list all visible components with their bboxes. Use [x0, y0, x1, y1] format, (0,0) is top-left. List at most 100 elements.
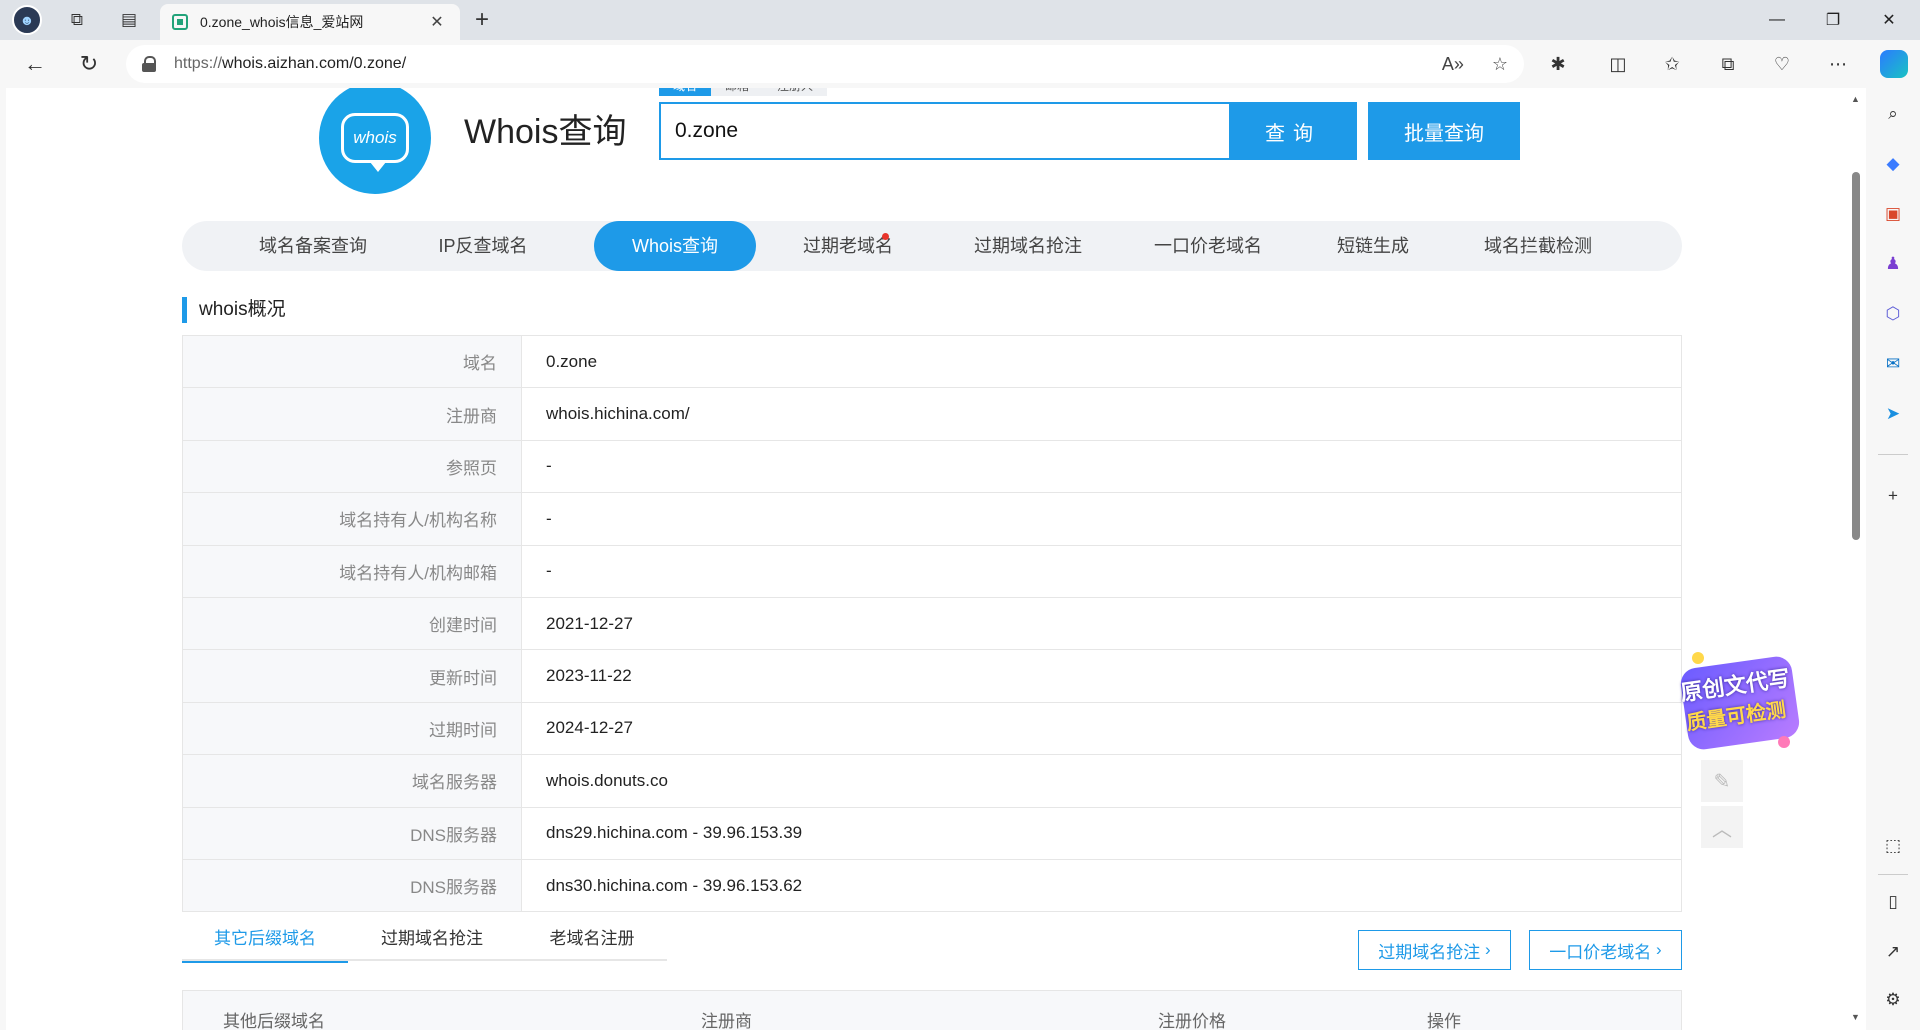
whois-field-value: -	[521, 544, 1682, 598]
sidebar-hide-icon[interactable]: ▯	[1879, 888, 1907, 916]
refresh-button[interactable]: ↻	[72, 48, 106, 80]
favorites-icon[interactable]: ✩	[1656, 50, 1688, 78]
scroll-up-arrow-icon[interactable]: ▲	[1851, 94, 1860, 104]
whois-field-label: DNS服务器	[182, 858, 522, 913]
sidebar-add-icon[interactable]: +	[1879, 482, 1907, 510]
col-other-suffix: 其他后缀域名	[223, 1012, 325, 1030]
batch-query-button[interactable]: 批量查询	[1368, 102, 1520, 160]
whois-field-label: 注册商	[182, 387, 522, 441]
backorder-outline-button[interactable]: 过期域名抢注 ›	[1358, 930, 1511, 970]
whois-field-value: whois.donuts.co	[521, 754, 1682, 808]
search-type-tabs: 域名 邮箱 注册人	[659, 88, 828, 96]
nav-short-link[interactable]: 短链生成	[1298, 221, 1448, 271]
more-menu-icon[interactable]: ⋯	[1822, 50, 1854, 78]
whois-row: DNS服务器 dns30.hichina.com - 39.96.153.62	[182, 858, 1682, 913]
nav-whois[interactable]: Whois查询	[594, 221, 756, 271]
workspaces-icon[interactable]: ⧉	[62, 6, 92, 34]
search-input[interactable]: 0.zone	[659, 102, 1229, 160]
url-text[interactable]: https://whois.aizhan.com/0.zone/	[174, 55, 1414, 73]
extensions-icon[interactable]: ✱	[1542, 50, 1574, 78]
whois-field-value: 0.zone	[521, 334, 1682, 389]
browser-essentials-icon[interactable]: ♡	[1766, 50, 1798, 78]
whois-row: 域名 0.zone	[182, 334, 1682, 389]
profile-avatar[interactable]: ☻	[12, 5, 42, 35]
scroll-down-arrow-icon[interactable]: ▼	[1851, 1012, 1860, 1022]
tab-actions-icon[interactable]: ▤	[114, 6, 144, 34]
address-bar[interactable]: https://whois.aizhan.com/0.zone/ A» ☆	[126, 45, 1524, 83]
tab-close-icon[interactable]: ✕	[426, 12, 448, 32]
nav-domain-backorder[interactable]: 过期域名抢注	[938, 221, 1118, 271]
whois-row: 过期时间 2024-12-27	[182, 701, 1682, 756]
sidebar-microsoft365-icon[interactable]: ⬡	[1879, 300, 1907, 328]
whois-row: 注册商 whois.hichina.com/	[182, 387, 1682, 441]
sidebar-screenshot-icon[interactable]: ⬚	[1879, 832, 1907, 860]
section-title: whois概况	[182, 297, 286, 323]
whois-field-value: dns30.hichina.com - 39.96.153.62	[521, 858, 1682, 913]
whois-row: DNS服务器 dns29.hichina.com - 39.96.153.39	[182, 806, 1682, 860]
whois-field-label: 域名	[182, 334, 522, 389]
sidebar-open-external-icon[interactable]: ↗	[1879, 938, 1907, 966]
collections-icon[interactable]: ⧉	[1712, 50, 1744, 78]
edit-feedback-button[interactable]: ✎	[1701, 760, 1743, 802]
sidebar-tools-icon[interactable]: ▣	[1879, 200, 1907, 228]
whois-row: 域名服务器 whois.donuts.co	[182, 754, 1682, 808]
sidebar-settings-icon[interactable]: ⚙	[1879, 986, 1907, 1014]
copilot-icon[interactable]	[1880, 50, 1908, 78]
tab-other-suffix[interactable]: 其它后缀域名	[182, 923, 348, 963]
whois-field-value: dns29.hichina.com - 39.96.153.39	[521, 806, 1682, 860]
site-title: Whois查询	[464, 113, 627, 151]
split-screen-icon[interactable]: ◫	[1602, 50, 1634, 78]
site-favicon	[172, 14, 188, 30]
nav-icp-lookup[interactable]: 域名备案查询	[228, 221, 398, 271]
sidebar-search-icon[interactable]: ⌕	[1879, 100, 1907, 128]
col-action: 操作	[1427, 1012, 1461, 1030]
nav-fixed-price-domains[interactable]: 一口价老域名	[1118, 221, 1298, 271]
back-to-top-button[interactable]: ︿	[1701, 806, 1743, 848]
fixed-price-outline-button[interactable]: 一口价老域名 ›	[1529, 930, 1682, 970]
nav-expired-domains[interactable]: 过期老域名	[758, 221, 938, 271]
whois-field-value: whois.hichina.com/	[521, 387, 1682, 441]
logo-bubble-icon: whois	[341, 113, 409, 172]
search-tab-domain[interactable]: 域名	[659, 88, 712, 96]
close-window-button[interactable]: ✕	[1866, 6, 1912, 34]
bottom-tabs: 其它后缀域名 过期域名抢注 老域名注册	[182, 923, 668, 963]
sidebar-outlook-icon[interactable]: ✉	[1879, 350, 1907, 378]
whois-field-label: 过期时间	[182, 701, 522, 756]
lock-icon[interactable]	[142, 56, 156, 72]
promo-badge[interactable]: 原创文代写 质量可检测	[1678, 642, 1802, 754]
page-scrollbar[interactable]: ▲ ▼	[1848, 92, 1864, 1030]
search-tab-registrant[interactable]: 注册人	[763, 88, 828, 96]
nav-domain-block-check[interactable]: 域名拦截检测	[1448, 221, 1628, 271]
favorite-star-icon[interactable]: ☆	[1492, 54, 1508, 75]
whois-field-label: 参照页	[182, 439, 522, 494]
sidebar-drop-icon[interactable]: ➤	[1879, 400, 1907, 428]
whois-field-label: 更新时间	[182, 649, 522, 703]
browser-tab-strip: ☻ ⧉ ▤ 0.zone_whois信息_爱站网 ✕ + — ❐ ✕	[0, 0, 1920, 40]
scroll-thumb[interactable]	[1852, 172, 1860, 540]
search-tab-email[interactable]: 邮箱	[711, 88, 764, 96]
sidebar-games-icon[interactable]: ♟	[1879, 250, 1907, 278]
restore-button[interactable]: ❐	[1810, 6, 1856, 34]
whois-table: 域名 0.zone 注册商 whois.hichina.com/参照页 - 域名持有人/机…	[182, 334, 1682, 913]
main-nav: 域名备案查询 IP反查域名 Whois查询 过期老域名 过期域名抢注 一口价老域…	[182, 221, 1682, 271]
whois-field-label: 域名持有人/机构邮箱	[182, 544, 522, 598]
col-price: 注册价格	[1158, 1012, 1226, 1030]
query-button[interactable]: 查询	[1229, 102, 1357, 160]
tab-old-domain-register[interactable]: 老域名注册	[516, 923, 668, 961]
whois-logo[interactable]: whois	[319, 88, 431, 194]
sidebar-shopping-icon[interactable]: ◆	[1879, 150, 1907, 178]
back-button[interactable]: ←	[18, 48, 52, 80]
browser-tab-active[interactable]: 0.zone_whois信息_爱站网 ✕	[160, 4, 460, 40]
new-badge-dot	[882, 233, 889, 240]
whois-field-value: 2021-12-27	[521, 596, 1682, 651]
whois-field-label: 域名服务器	[182, 754, 522, 808]
minimize-button[interactable]: —	[1754, 6, 1800, 34]
read-aloud-icon[interactable]: A»	[1442, 54, 1464, 75]
suffix-table-header: 其他后缀域名 注册商 注册价格 操作	[182, 990, 1682, 1030]
nav-ip-reverse[interactable]: IP反查域名	[398, 221, 568, 271]
new-tab-button[interactable]: +	[468, 6, 496, 34]
whois-row: 创建时间 2021-12-27	[182, 596, 1682, 651]
whois-row: 参照页 -	[182, 439, 1682, 494]
whois-field-label: 创建时间	[182, 596, 522, 651]
tab-domain-backorder[interactable]: 过期域名抢注	[348, 923, 516, 961]
